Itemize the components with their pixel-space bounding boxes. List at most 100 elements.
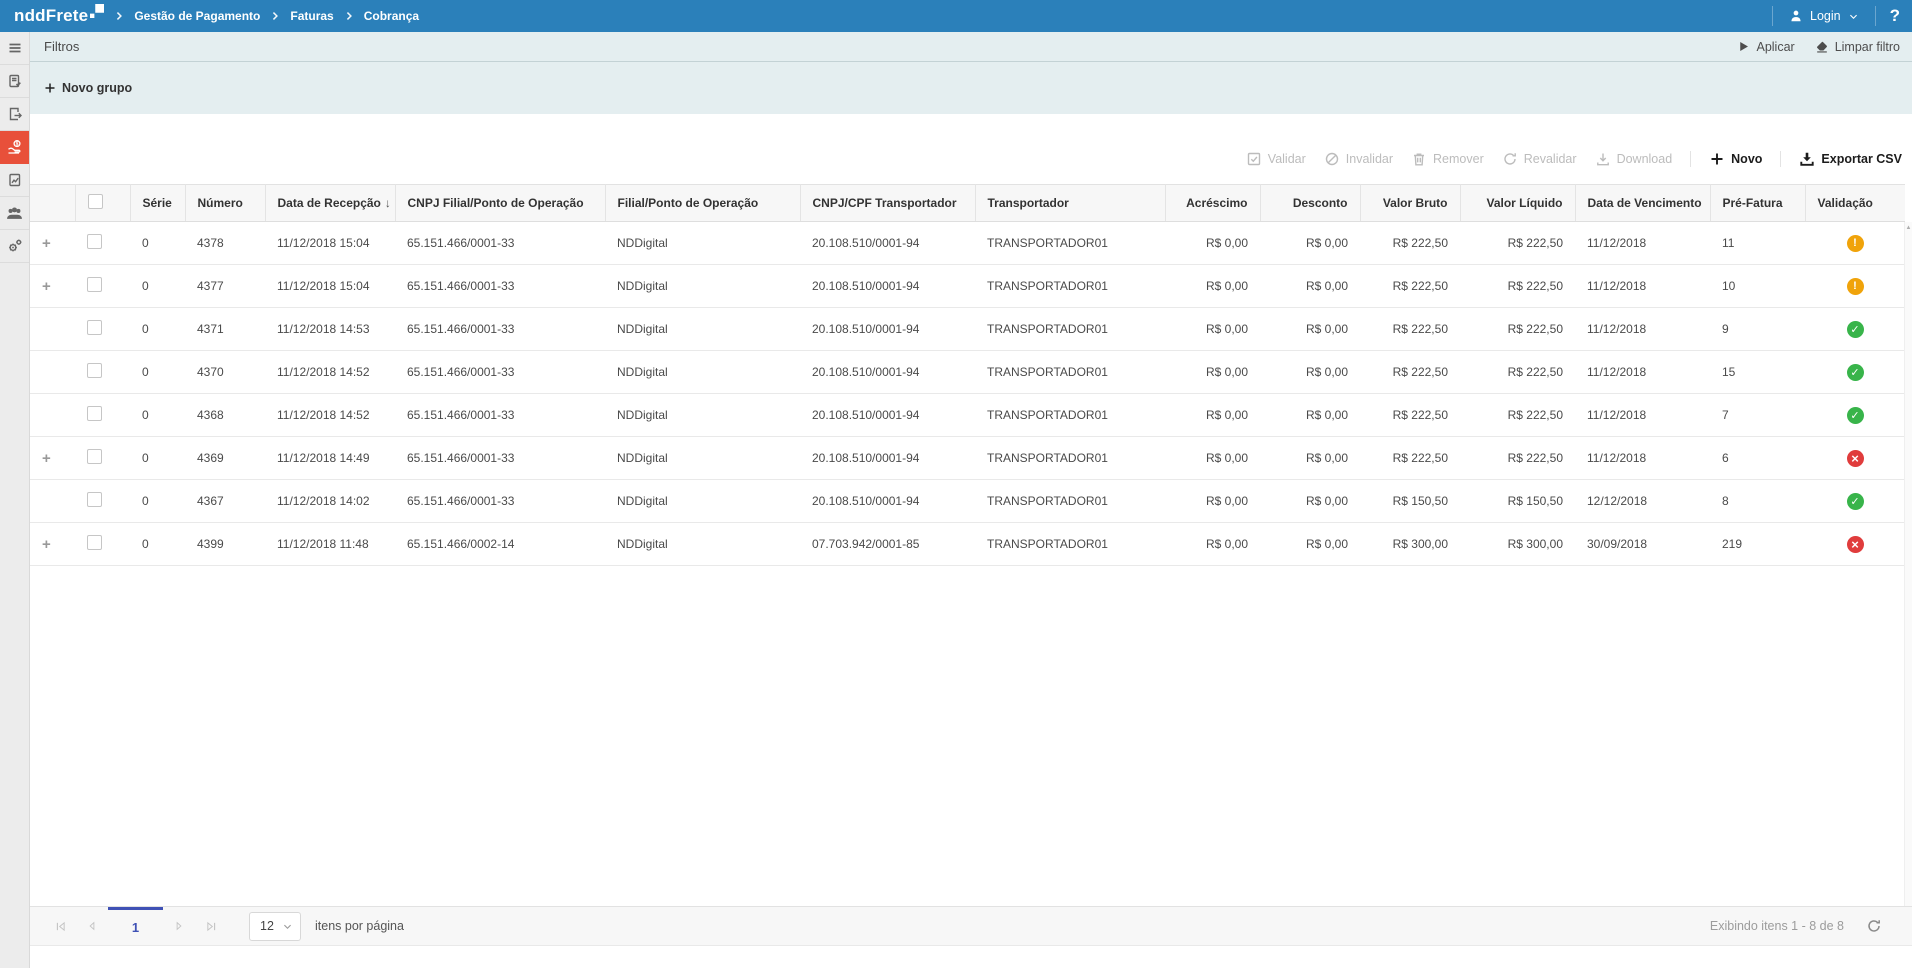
column-header-transportador[interactable]: Transportador bbox=[975, 184, 1166, 222]
revalidar-button: Revalidar bbox=[1502, 151, 1577, 167]
column-header-recepcao[interactable]: Data de Recepção ↓ bbox=[265, 184, 396, 222]
app-logo[interactable]: nddFrete bbox=[0, 1, 114, 31]
help-button[interactable]: ? bbox=[1876, 6, 1912, 26]
column-header-label: Transportador bbox=[987, 196, 1069, 210]
toolbar-action-label: Invalidar bbox=[1345, 152, 1394, 166]
sort-down-icon: ↓ bbox=[384, 196, 391, 210]
column-header-numero[interactable]: Número bbox=[185, 184, 266, 222]
previous-page-icon bbox=[86, 920, 98, 932]
checkbox[interactable] bbox=[87, 194, 103, 209]
sidebar-item-menu[interactable] bbox=[0, 32, 29, 65]
new-group-button[interactable]: Novo grupo bbox=[44, 81, 132, 95]
cell-cnpj_filial: 65.151.466/0001-33 bbox=[395, 436, 605, 480]
column-header-serie[interactable]: Série bbox=[130, 184, 186, 222]
column-header-bruto[interactable]: Valor Bruto bbox=[1360, 184, 1461, 222]
row-checkbox[interactable] bbox=[87, 492, 102, 507]
cell-desconto: R$ 0,00 bbox=[1260, 436, 1360, 480]
sidebar-item-document-export[interactable] bbox=[0, 98, 29, 131]
document-report-icon bbox=[7, 172, 23, 188]
table-row: +0 4377 11/12/2018 15:04 65.151.466/0001-33… bbox=[30, 264, 1905, 308]
cell-serie: 0 bbox=[130, 479, 185, 523]
sidebar-item-document-report[interactable] bbox=[0, 164, 29, 197]
table-scrollbar[interactable]: ▲ bbox=[1904, 222, 1912, 906]
exportar-csv-button[interactable]: Exportar CSV bbox=[1799, 151, 1902, 167]
expand-row-icon[interactable]: + bbox=[42, 278, 51, 295]
clipboard-check-icon bbox=[7, 73, 23, 89]
toolbar-divider bbox=[1690, 151, 1692, 167]
row-checkbox[interactable] bbox=[87, 234, 102, 249]
row-checkbox[interactable] bbox=[87, 449, 102, 464]
apply-filter-button[interactable]: Aplicar bbox=[1737, 40, 1795, 54]
cell-acrescimo: R$ 0,00 bbox=[1165, 350, 1260, 394]
sidebar-item-users[interactable] bbox=[0, 197, 29, 230]
first-page-button[interactable] bbox=[44, 907, 76, 945]
breadcrumb-item[interactable]: Faturas bbox=[290, 9, 333, 23]
novo-button[interactable]: Novo bbox=[1709, 151, 1762, 167]
refresh-button[interactable] bbox=[1866, 918, 1882, 934]
column-header-filial[interactable]: Filial/Ponto de Operação bbox=[605, 184, 801, 222]
cell-cnpj_filial: 65.151.466/0001-33 bbox=[395, 307, 605, 351]
cell-cnpj_filial: 65.151.466/0001-33 bbox=[395, 350, 605, 394]
row-checkbox[interactable] bbox=[87, 277, 102, 292]
cell-prefatura: 219 bbox=[1710, 522, 1805, 566]
pagination-bar: 1 12 itens por página Exibindo itens 1 -… bbox=[30, 906, 1912, 946]
breadcrumb-item[interactable]: Gestão de Pagamento bbox=[134, 9, 260, 23]
cell-desconto: R$ 0,00 bbox=[1260, 307, 1360, 351]
row-checkbox[interactable] bbox=[87, 406, 102, 421]
first-page-icon bbox=[54, 920, 67, 933]
column-header-prefatura[interactable]: Pré-Fatura bbox=[1710, 184, 1806, 222]
cell-filial: NDDigital bbox=[605, 350, 800, 394]
cell-recepcao: 11/12/2018 14:52 bbox=[265, 350, 395, 394]
validation-success-icon[interactable]: ✓ bbox=[1846, 363, 1864, 381]
cell-transportador: TRANSPORTADOR01 bbox=[975, 307, 1165, 351]
row-checkbox[interactable] bbox=[87, 320, 102, 335]
clear-filter-button[interactable]: Limpar filtro bbox=[1815, 40, 1900, 54]
table-header-row: Série Número Data de Recepção ↓ CNPJ Filial/… bbox=[30, 184, 1905, 222]
row-select-cell bbox=[75, 479, 130, 523]
column-header-cnpj_filial[interactable]: CNPJ Filial/Ponto de Operação bbox=[395, 184, 606, 222]
column-header-vencimento[interactable]: Data de Vencimento bbox=[1575, 184, 1711, 222]
cell-prefatura: 6 bbox=[1710, 436, 1805, 480]
column-header-label: Validação bbox=[1817, 196, 1873, 210]
column-header-desconto[interactable]: Desconto bbox=[1260, 184, 1361, 222]
last-page-button[interactable] bbox=[195, 907, 227, 945]
expand-cell: + bbox=[30, 436, 75, 480]
expand-row-icon[interactable]: + bbox=[42, 536, 51, 553]
page-size-select[interactable]: 12 bbox=[249, 911, 301, 941]
column-header-cnpj_transp[interactable]: CNPJ/CPF Transportador bbox=[800, 184, 976, 222]
cell-desconto: R$ 0,00 bbox=[1260, 264, 1360, 308]
cell-bruto: R$ 150,50 bbox=[1360, 479, 1460, 523]
ban-icon bbox=[1324, 151, 1340, 167]
validation-success-icon[interactable]: ✓ bbox=[1846, 492, 1864, 510]
expand-row-icon[interactable]: + bbox=[42, 450, 51, 467]
row-select-cell bbox=[75, 436, 130, 480]
validation-warning-icon[interactable]: ! bbox=[1846, 234, 1864, 252]
validation-success-icon[interactable]: ✓ bbox=[1846, 320, 1864, 338]
sidebar-item-payment-hand-coin[interactable]: $ bbox=[0, 131, 29, 164]
cell-filial: NDDigital bbox=[605, 479, 800, 523]
row-checkbox[interactable] bbox=[87, 363, 102, 378]
validation-warning-icon[interactable]: ! bbox=[1846, 277, 1864, 295]
next-page-button[interactable] bbox=[163, 907, 195, 945]
login-menu[interactable]: Login bbox=[1773, 0, 1875, 32]
row-checkbox[interactable] bbox=[87, 535, 102, 550]
table-row: +0 4399 11/12/2018 11:48 65.151.466/0002-14… bbox=[30, 522, 1905, 566]
cell-acrescimo: R$ 0,00 bbox=[1165, 221, 1260, 265]
validation-error-icon[interactable]: × bbox=[1846, 535, 1864, 553]
cell-recepcao: 11/12/2018 14:53 bbox=[265, 307, 395, 351]
sidebar-item-settings-gears[interactable] bbox=[0, 230, 29, 263]
validation-error-icon[interactable]: × bbox=[1846, 449, 1864, 467]
column-header-liquido[interactable]: Valor Líquido bbox=[1460, 184, 1576, 222]
sidebar-item-clipboard-check[interactable] bbox=[0, 65, 29, 98]
breadcrumb-item[interactable]: Cobrança bbox=[364, 9, 419, 23]
previous-page-button[interactable] bbox=[76, 907, 108, 945]
column-header-acrescimo[interactable]: Acréscimo bbox=[1165, 184, 1261, 222]
select-all-checkbox[interactable] bbox=[75, 184, 131, 222]
cell-transportador: TRANSPORTADOR01 bbox=[975, 436, 1165, 480]
page-number-current[interactable]: 1 bbox=[108, 907, 163, 945]
breadcrumb: Gestão de Pagamento Faturas Cobrança bbox=[114, 9, 419, 23]
plus-icon bbox=[44, 82, 56, 94]
validation-success-icon[interactable]: ✓ bbox=[1846, 406, 1864, 424]
remover-button: Remover bbox=[1411, 151, 1484, 167]
expand-row-icon[interactable]: + bbox=[42, 235, 51, 252]
